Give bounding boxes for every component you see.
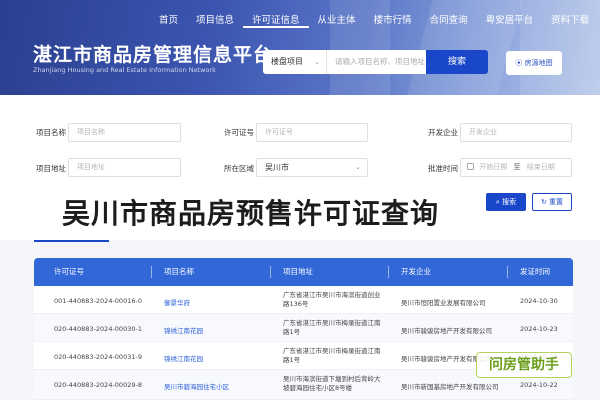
address-cell: 广东省湛江市吴川市梅录街道江南路1号	[283, 319, 381, 336]
project-link[interactable]: 锦绣江南花园	[164, 325, 203, 335]
map-pin-icon: ⦿	[515, 59, 523, 67]
search-button[interactable]: 搜索	[426, 50, 488, 74]
date-cell: 2024-10-22	[520, 381, 558, 389]
filter-search-button[interactable]: ⌕ 搜索	[486, 193, 526, 211]
overlay-title: 吴川市商品房预售许可证查询	[62, 197, 440, 230]
reset-icon: ↻	[540, 198, 547, 206]
search-scope-select[interactable]: 楼盘项目 ⌄	[263, 50, 327, 74]
site-subtitle: Zhanjiang Housing and Real Estate Inform…	[33, 66, 216, 74]
region-select[interactable]: 吴川市 ⌄	[256, 158, 368, 177]
project-link[interactable]: 吴川市碧海园住宅小区	[164, 381, 229, 391]
search-bar: 楼盘项目 ⌄ 请输入项目名称、项目地址、开发企业 搜索	[263, 50, 488, 74]
license-table: 许可证号 项目名称 项目地址 开发企业 发证时间 001-440883-2024…	[34, 258, 573, 400]
address-cell: 广东省湛江市吴川市海滨街道创业路136号	[283, 291, 381, 308]
project-name-label: 项目名称	[36, 128, 66, 137]
search-scope-value: 楼盘项目	[271, 57, 303, 66]
nav-item-yueanju[interactable]: 粤安居平台	[477, 14, 543, 28]
region-label: 所在区域	[224, 164, 254, 173]
project-name-input[interactable]: 项目名称	[68, 123, 181, 142]
table-row[interactable]: 001-440883-2024-00016-0 御景华府 广东省湛江市吴川市海滨…	[34, 286, 573, 314]
nav-item-contract[interactable]: 合同查询	[421, 14, 477, 28]
project-link[interactable]: 御景华府	[164, 297, 190, 307]
region-value: 吴川市	[265, 163, 289, 172]
project-address-label: 项目地址	[36, 164, 66, 173]
date-range-picker[interactable]: 开始日期 至 结束日期	[460, 158, 572, 177]
top-nav: 首页 项目信息 许可证信息 从业主体 楼市行情 合同查询 粤安居平台 资料下载	[150, 14, 598, 28]
search-icon: ⌕	[495, 198, 500, 206]
nav-item-license-info[interactable]: 许可证信息	[243, 14, 309, 28]
house-map-button[interactable]: ⦿ 房源地图	[506, 51, 562, 75]
nav-item-downloads[interactable]: 资料下载	[542, 14, 598, 28]
license-input[interactable]: 许可证号	[256, 123, 368, 142]
approval-date-label: 批准时间	[428, 164, 458, 173]
license-cell: 001-440883-2024-00016-0	[54, 297, 142, 305]
header-divider	[388, 266, 389, 278]
developer-cell: 吴川市新国基房地产开发有限公司	[401, 383, 499, 391]
table-header: 许可证号 项目名称 项目地址 开发企业 发证时间	[34, 258, 573, 286]
chevron-down-icon: ⌄	[314, 58, 320, 66]
date-cell: 2024-10-30	[520, 297, 558, 305]
active-tab-indicator	[34, 240, 109, 242]
filter-search-label: 搜索	[502, 198, 517, 206]
search-input[interactable]: 请输入项目名称、项目地址、开发企业	[327, 50, 426, 74]
address-cell: 广东省湛江市吴川市梅录街道江南路1号	[283, 347, 381, 364]
header-banner: 首页 项目信息 许可证信息 从业主体 楼市行情 合同查询 粤安居平台 资料下载 …	[0, 0, 600, 95]
project-address-input[interactable]: 项目地址	[68, 158, 181, 177]
nav-item-home[interactable]: 首页	[150, 14, 187, 28]
date-range-separator: 至	[513, 163, 521, 171]
license-cell: 020-440883-2024-00030-1	[54, 325, 142, 333]
date-start-input[interactable]: 开始日期	[479, 163, 507, 171]
date-cell: 2024-10-23	[520, 325, 558, 333]
license-cell: 020-440883-2024-00031-9	[54, 353, 142, 361]
filter-reset-label: 重置	[549, 198, 564, 206]
page: 首页 项目信息 许可证信息 从业主体 楼市行情 合同查询 粤安居平台 资料下载 …	[0, 0, 600, 400]
house-map-label: 房源地图	[524, 59, 553, 67]
developer-cell: 吴川市恒阳置业发展有限公司	[401, 299, 486, 307]
calendar-icon	[467, 163, 474, 170]
watermark-badge: 问房管助手	[476, 352, 572, 378]
license-label: 许可证号	[224, 128, 254, 137]
header-divider	[270, 266, 271, 278]
nav-item-project-info[interactable]: 项目信息	[187, 14, 243, 28]
column-header-project: 项目名称	[164, 267, 194, 276]
column-header-license: 许可证号	[54, 267, 84, 276]
license-cell: 020-440883-2024-00029-8	[54, 381, 142, 389]
filter-reset-button[interactable]: ↻ 重置	[532, 193, 572, 211]
site-title: 湛江市商品房管理信息平台	[33, 44, 274, 66]
developer-label: 开发企业	[428, 128, 458, 137]
nav-item-entities[interactable]: 从业主体	[309, 14, 365, 28]
chevron-down-icon: ⌄	[355, 163, 361, 171]
column-header-date: 发证时间	[520, 267, 550, 276]
date-end-input[interactable]: 结束日期	[527, 163, 555, 171]
nav-item-market[interactable]: 楼市行情	[365, 14, 421, 28]
column-header-developer: 开发企业	[401, 267, 431, 276]
header-divider	[151, 266, 152, 278]
project-link[interactable]: 锦绣江南花园	[164, 353, 203, 363]
developer-cell: 吴川市骏骏房地产开发有限公司	[401, 327, 492, 335]
address-cell: 吴川市海滨街道下塘到村后背岭大坡碧海园住宅小区8号楼	[283, 375, 381, 392]
header-divider	[507, 266, 508, 278]
developer-input[interactable]: 开发企业	[460, 123, 572, 142]
column-header-address: 项目地址	[283, 267, 313, 276]
table-row[interactable]: 020-440883-2024-00030-1 锦绣江南花园 广东省湛江市吴川市…	[34, 314, 573, 342]
